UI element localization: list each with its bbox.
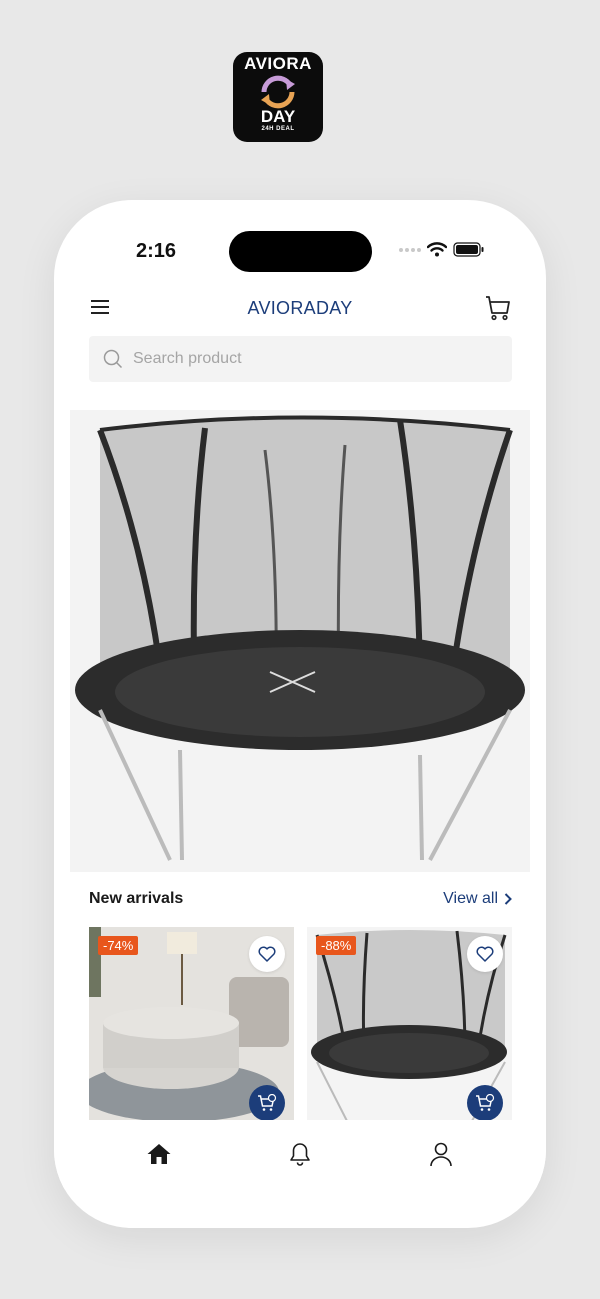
search-input[interactable] <box>133 350 473 368</box>
add-to-cart-button[interactable] <box>249 1085 285 1121</box>
favorite-button[interactable] <box>249 936 285 972</box>
cart-plus-icon <box>476 1094 495 1111</box>
heart-icon <box>258 946 276 962</box>
cart-icon <box>486 296 510 321</box>
discount-badge: -74% <box>98 936 139 955</box>
add-to-cart-button[interactable] <box>467 1085 503 1121</box>
tab-home[interactable] <box>143 1138 175 1170</box>
cart-plus-icon <box>258 1094 277 1111</box>
cellular-signal-icon <box>399 247 421 252</box>
dynamic-island <box>229 231 372 272</box>
user-icon <box>430 1142 452 1167</box>
brand-title: AVIORADAY <box>247 298 353 318</box>
status-time: 2:16 <box>136 240 177 262</box>
wifi-icon <box>427 242 447 257</box>
discount-badge: -88% <box>316 936 357 955</box>
logo-line3: 24H DEAL <box>261 126 295 132</box>
section-title: New arrivals <box>89 890 184 907</box>
logo-line1: AVIORA <box>244 54 312 73</box>
bottom-tab-bar <box>54 1120 546 1190</box>
product-card[interactable]: -74% <box>89 927 294 1121</box>
chevron-right-icon <box>504 893 512 905</box>
logo-line2: DAY <box>260 107 296 126</box>
search-bar[interactable] <box>89 336 512 382</box>
heart-icon <box>476 946 494 962</box>
bell-icon <box>290 1143 310 1166</box>
home-icon <box>147 1144 171 1164</box>
favorite-button[interactable] <box>467 936 503 972</box>
phone-frame: 2:16 AVIORADAY Search product New arriva… <box>54 200 546 1228</box>
hero-banner-image[interactable] <box>70 410 530 872</box>
battery-icon <box>453 242 484 257</box>
status-icons <box>399 242 485 257</box>
search-icon <box>103 349 123 369</box>
app-logo: AVIORA DAY 24H DEAL <box>233 52 323 142</box>
view-all-label: View all <box>443 890 498 907</box>
cart-button[interactable] <box>484 294 512 322</box>
product-card[interactable]: -88% <box>307 927 512 1121</box>
view-all-link[interactable]: View all <box>443 890 512 908</box>
new-arrivals-header: New arrivals View all <box>89 888 512 910</box>
logo-arrows-icon <box>261 75 295 109</box>
trampoline-image <box>70 410 530 872</box>
tab-notifications[interactable] <box>284 1138 316 1170</box>
top-bar: AVIORADAY <box>54 290 546 328</box>
tab-profile[interactable] <box>425 1138 457 1170</box>
